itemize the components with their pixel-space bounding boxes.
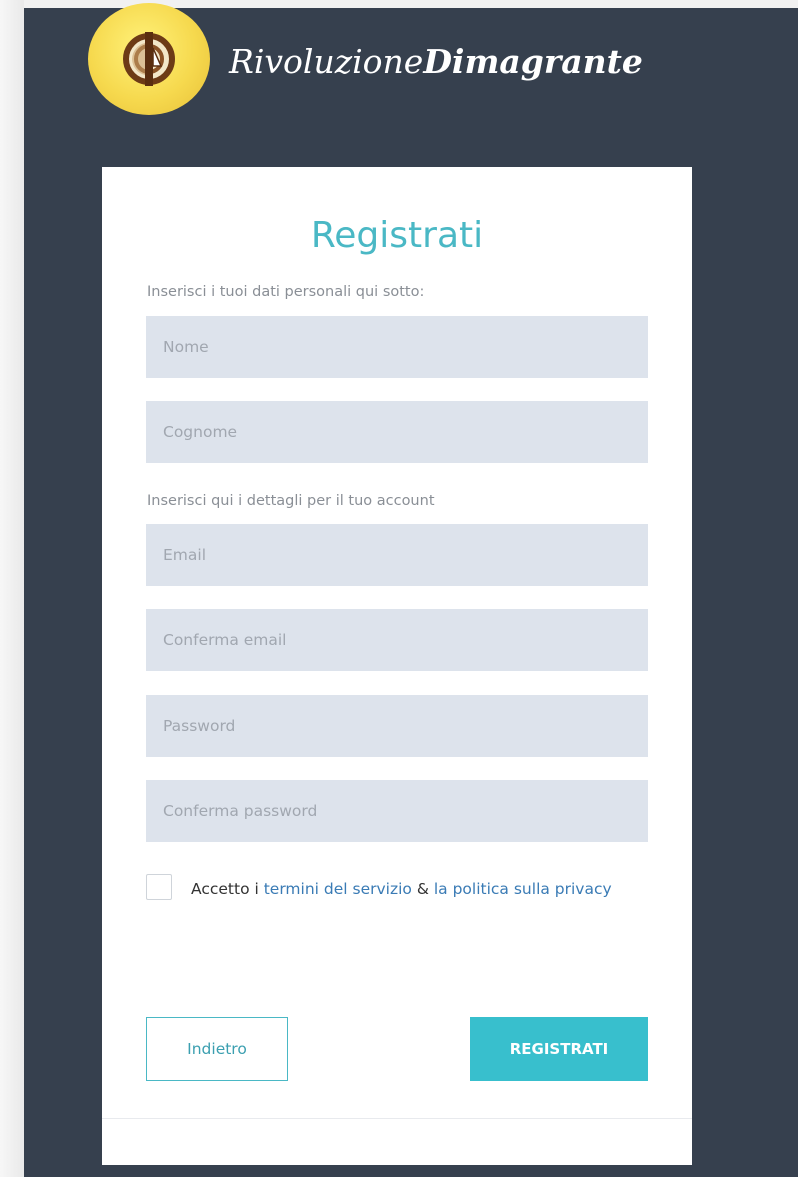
terms-checkbox[interactable]: [146, 874, 172, 900]
register-button[interactable]: REGISTRATI: [470, 1017, 648, 1081]
email-field[interactable]: [146, 524, 648, 586]
terms-of-service-link[interactable]: termini del servizio: [264, 880, 412, 898]
page-title: Registrati: [310, 215, 484, 256]
card-divider: [102, 1118, 692, 1119]
logo-mark-icon: [123, 32, 175, 86]
confirm-password-field[interactable]: [146, 780, 648, 842]
brand-name-part2: Dimagrante: [423, 42, 643, 81]
privacy-policy-link[interactable]: la politica sulla privacy: [434, 880, 612, 898]
brand-logo-icon[interactable]: [88, 3, 210, 115]
personal-details-label: Inserisci i tuoi dati personali qui sott…: [147, 284, 425, 300]
terms-text: Accetto i termini del servizio & la poli…: [191, 876, 631, 902]
password-field[interactable]: [146, 695, 648, 757]
brand-name: RivoluzioneDimagrante: [229, 42, 643, 82]
brand-name-part1: Rivoluzione: [229, 42, 424, 81]
back-button[interactable]: Indietro: [146, 1017, 288, 1081]
account-details-label: Inserisci qui i dettagli per il tuo acco…: [147, 493, 435, 509]
left-background-strip: [0, 0, 24, 1177]
confirm-email-field[interactable]: [146, 609, 648, 671]
first-name-field[interactable]: [146, 316, 648, 378]
terms-prefix: Accetto i: [191, 880, 264, 898]
terms-ampersand: &: [411, 880, 434, 898]
last-name-field[interactable]: [146, 401, 648, 463]
registration-card: Registrati Inserisci i tuoi dati persona…: [102, 167, 692, 1165]
